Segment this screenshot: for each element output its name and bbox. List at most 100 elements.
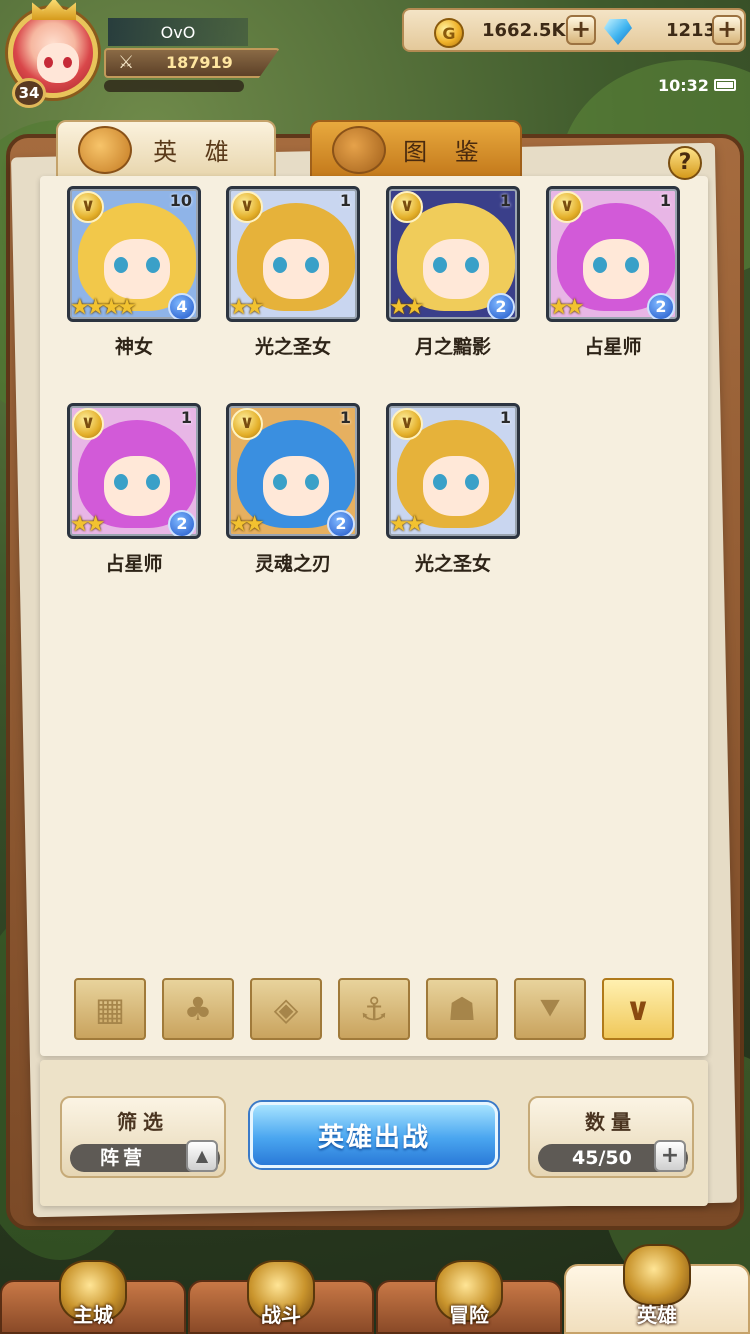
hero-name: 月之黯影 xyxy=(414,336,491,358)
faction-chevron-icon: ∨ xyxy=(72,191,104,223)
portrait-face xyxy=(583,239,649,299)
expand-capacity-button[interactable]: + xyxy=(654,1140,686,1172)
hero-level: 1 xyxy=(180,408,192,427)
filter-nature-button[interactable]: ♣ xyxy=(162,978,234,1040)
filter-box: 筛选 阵营 ▲ xyxy=(60,1096,226,1178)
hero-portrait: ∨ 1 ★★ 2 xyxy=(67,403,201,539)
count-title: 数量 xyxy=(585,1110,637,1134)
hero-level: 1 xyxy=(499,408,511,427)
hero-level: 10 xyxy=(169,191,192,210)
hero-card[interactable]: ∨ 1 ★★ 2 占星师 xyxy=(546,186,682,368)
avatar-eye-left xyxy=(44,57,53,68)
hero-card[interactable]: ∨ 1 ★★ 2 灵魂之刃 xyxy=(226,403,362,585)
nav-adventure[interactable]: 冒险 xyxy=(376,1260,562,1334)
experience-bar xyxy=(104,80,244,92)
nav-heroes-label: 英雄 xyxy=(637,1303,677,1327)
gold-coin-icon: G xyxy=(434,18,464,48)
player-avatar[interactable]: 34 xyxy=(2,0,110,108)
portrait-face xyxy=(263,239,329,299)
star-rating: ★★ xyxy=(229,512,265,537)
portrait-face xyxy=(104,239,170,299)
nav-heroes[interactable]: 英雄 xyxy=(564,1244,750,1334)
tab-heroes[interactable]: 英 雄 xyxy=(56,120,276,178)
faction-chevron-icon: ∨ xyxy=(391,408,423,440)
nav-adventure-label: 冒险 xyxy=(449,1303,489,1327)
crown-icon xyxy=(32,0,76,20)
hero-name: 占星师 xyxy=(584,336,642,358)
tab-codex[interactable]: 图 鉴 xyxy=(310,120,522,178)
portrait-face xyxy=(423,456,489,516)
nav-battle-label: 战斗 xyxy=(261,1303,301,1327)
rank-badge: 2 xyxy=(647,293,675,319)
hero-card[interactable]: ∨ 10 ★★★★ 4 神女 xyxy=(67,186,203,368)
player-level-badge: 34 xyxy=(12,78,46,108)
hero-card[interactable]: ∨ 1 ★★ 光之圣女 xyxy=(386,403,522,585)
filter-sea-button[interactable]: ⚓ xyxy=(338,978,410,1040)
gem-amount: 1213 xyxy=(666,20,717,41)
filter-shadow-button[interactable]: ⯆ xyxy=(514,978,586,1040)
hero-name: 神女 xyxy=(114,336,153,358)
beast-icon: ☗ xyxy=(447,990,477,1028)
nav-main-city[interactable]: 主城 xyxy=(0,1260,186,1334)
rank-badge: 2 xyxy=(327,510,355,536)
filter-title: 筛选 xyxy=(117,1110,169,1134)
diamond-icon: ◈ xyxy=(273,990,299,1028)
grid-icon: ▦ xyxy=(94,990,126,1028)
star-rating: ★★ xyxy=(70,512,106,537)
hero-card[interactable]: ∨ 1 ★★ 光之圣女 xyxy=(226,186,362,368)
diamond-gem-icon xyxy=(604,19,632,45)
faction-chevron-icon: ∨ xyxy=(72,408,104,440)
count-box: 数量 45/50 + xyxy=(528,1096,694,1178)
portrait-face xyxy=(263,456,329,516)
wing-icon: ⯆ xyxy=(537,989,563,1028)
chevron-icon: ∨ xyxy=(625,990,651,1028)
hero-card[interactable]: ∨ 1 ★★ 2 占星师 xyxy=(67,403,203,585)
faction-chevron-icon: ∨ xyxy=(551,191,583,223)
star-rating: ★★★★ xyxy=(70,295,137,320)
tab-codex-label: 图 鉴 xyxy=(403,137,489,166)
filter-order-button[interactable]: ◈ xyxy=(250,978,322,1040)
hero-level: 1 xyxy=(339,408,351,427)
helmet-icon xyxy=(78,126,132,174)
hero-level: 1 xyxy=(339,191,351,210)
hero-name: 灵魂之刃 xyxy=(254,553,331,575)
clock: 10:32 xyxy=(658,76,709,95)
hero-name: 光之圣女 xyxy=(414,553,491,575)
hero-name: 光之圣女 xyxy=(254,336,331,358)
filter-dropdown-button[interactable]: ▲ xyxy=(186,1140,218,1172)
hero-card[interactable]: ∨ 1 ★★ 2 月之黯影 xyxy=(386,186,522,368)
hero-portrait: ∨ 1 ★★ 2 xyxy=(226,403,360,539)
help-button[interactable]: ? xyxy=(668,146,702,180)
hero-level: 1 xyxy=(499,191,511,210)
star-rating: ★★ xyxy=(389,512,425,537)
magnifier-icon xyxy=(332,126,386,174)
hero-name: 占星师 xyxy=(105,553,163,575)
resource-panel: G 1662.5K + 1213 + xyxy=(402,8,746,52)
filter-all-button[interactable]: ▦ xyxy=(74,978,146,1040)
hero-portrait: ∨ 1 ★★ xyxy=(226,186,360,322)
nav-battle[interactable]: 战斗 xyxy=(188,1260,374,1334)
add-gems-button[interactable]: + xyxy=(712,15,742,45)
bottom-nav: 主城 战斗 冒险 英雄 xyxy=(0,1234,750,1334)
portrait-face xyxy=(104,456,170,516)
add-gold-button[interactable]: + xyxy=(566,15,596,45)
star-rating: ★★ xyxy=(549,295,585,320)
anchor-icon: ⚓ xyxy=(359,990,389,1028)
nav-main-city-label: 主城 xyxy=(73,1303,113,1327)
leaf-icon: ♣ xyxy=(183,990,213,1028)
faction-chevron-icon: ∨ xyxy=(231,191,263,223)
tab-heroes-label: 英 雄 xyxy=(153,137,239,166)
avatar-face xyxy=(37,43,79,83)
hero-portrait: ∨ 1 ★★ xyxy=(386,403,520,539)
battery-icon xyxy=(714,79,736,91)
rank-badge: 4 xyxy=(168,293,196,319)
combat-power-bar: ⚔ 187919 xyxy=(104,48,280,78)
crossed-swords-icon: ⚔ xyxy=(118,52,135,73)
rank-badge: 2 xyxy=(487,293,515,319)
filter-beast-button[interactable]: ☗ xyxy=(426,978,498,1040)
avatar-eye-right xyxy=(63,57,72,68)
hero-portrait: ∨ 10 ★★★★ 4 xyxy=(67,186,201,322)
faction-chevron-icon: ∨ xyxy=(391,191,423,223)
deploy-heroes-button[interactable]: 英雄出战 xyxy=(250,1102,498,1168)
filter-light-button[interactable]: ∨ xyxy=(602,978,674,1040)
